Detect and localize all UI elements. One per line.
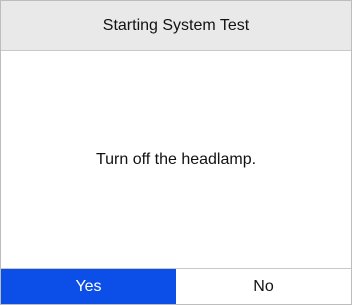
dialog-header: Starting System Test bbox=[1, 1, 351, 51]
no-button[interactable]: No bbox=[176, 269, 351, 304]
instruction-text: Turn off the headlamp. bbox=[95, 150, 257, 168]
yes-button[interactable]: Yes bbox=[1, 269, 176, 304]
yes-button-label: Yes bbox=[75, 277, 102, 295]
action-bar: Yes No bbox=[1, 268, 351, 304]
dialog-title: Starting System Test bbox=[102, 16, 250, 34]
dialog-screen: Starting System Test Turn off the headla… bbox=[0, 0, 352, 305]
message-area: Turn off the headlamp. bbox=[1, 51, 351, 268]
no-button-label: No bbox=[253, 277, 274, 295]
